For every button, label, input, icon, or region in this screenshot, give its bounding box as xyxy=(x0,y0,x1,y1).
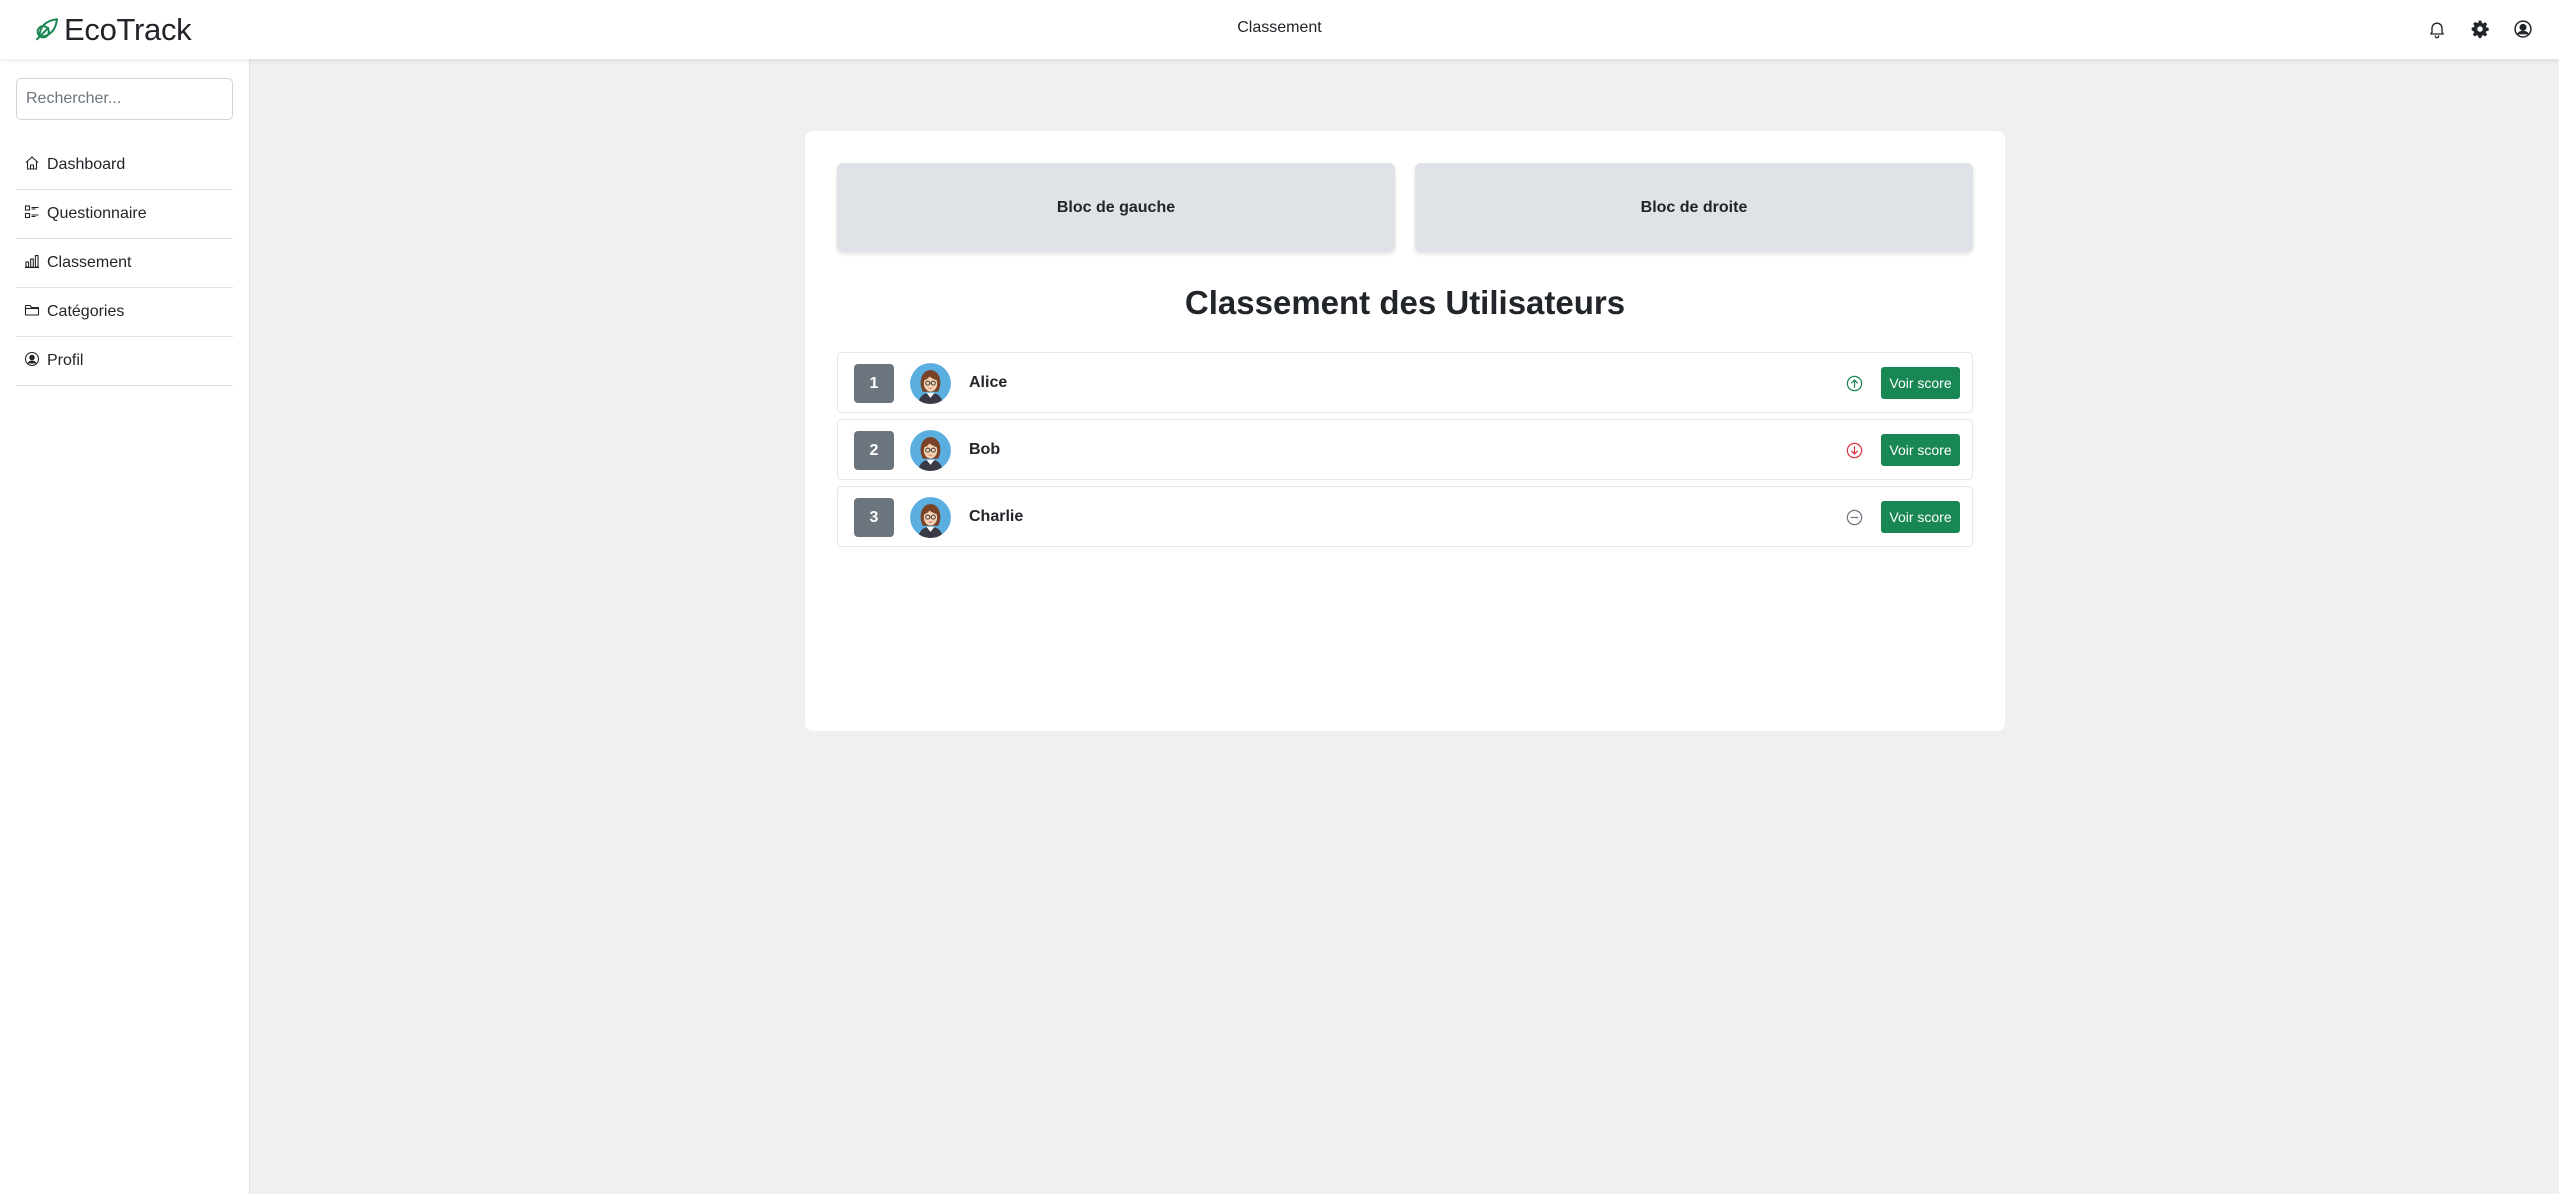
trend-down-icon xyxy=(1845,441,1864,460)
bell-icon[interactable] xyxy=(2425,17,2449,41)
page-title: Classement xyxy=(1237,19,1322,36)
rank-badge: 1 xyxy=(854,364,894,403)
ranking-row: 3 Charlie Voir score xyxy=(837,486,1973,547)
person-circle-icon xyxy=(24,351,47,372)
trend-up-icon xyxy=(1845,374,1864,393)
top-navbar: EcoTrack Classement xyxy=(0,0,2559,59)
house-icon xyxy=(24,155,47,176)
ranking-row: 2 Bob Voir score xyxy=(837,419,1973,480)
ranking-list: 1 Alice Voir score 2 Bob Voir score 3 Ch… xyxy=(837,352,1973,553)
sidebar-item-classement[interactable]: Classement xyxy=(16,239,233,288)
avatar xyxy=(910,430,951,471)
view-score-button[interactable]: Voir score xyxy=(1881,367,1960,399)
ranking-card: Bloc de gauche Bloc de droite Classement… xyxy=(805,131,2005,731)
sidebar-item-label: Catégories xyxy=(47,303,125,320)
sidebar-nav: Dashboard Questionnaire Classement Catég… xyxy=(16,141,233,386)
ranking-row: 1 Alice Voir score xyxy=(837,352,1973,413)
right-block: Bloc de droite xyxy=(1415,163,1973,252)
sidebar-item-label: Questionnaire xyxy=(47,205,147,222)
bar-chart-icon xyxy=(24,253,47,274)
user-circle-icon[interactable] xyxy=(2511,17,2535,41)
sidebar-item-label: Classement xyxy=(47,254,132,271)
view-score-button[interactable]: Voir score xyxy=(1881,501,1960,533)
user-name: Alice xyxy=(969,374,1008,391)
sidebar-item-questionnaire[interactable]: Questionnaire xyxy=(16,190,233,239)
left-block: Bloc de gauche xyxy=(837,163,1395,252)
folder-icon xyxy=(24,302,47,323)
rank-badge: 3 xyxy=(854,498,894,537)
avatar xyxy=(910,497,951,538)
sidebar-item-dashboard[interactable]: Dashboard xyxy=(16,141,233,190)
sidebar-item-categories[interactable]: Catégories xyxy=(16,288,233,337)
sidebar: Dashboard Questionnaire Classement xyxy=(0,59,250,1194)
sidebar-item-label: Profil xyxy=(47,352,84,369)
avatar xyxy=(910,363,951,404)
search-input[interactable] xyxy=(16,78,233,120)
rank-badge: 2 xyxy=(854,431,894,470)
ranking-heading: Classement des Utilisateurs xyxy=(1184,284,1626,321)
view-score-button[interactable]: Voir score xyxy=(1881,434,1960,466)
trend-neutral-icon xyxy=(1845,508,1864,527)
sidebar-item-profil[interactable]: Profil xyxy=(16,337,233,386)
user-name: Charlie xyxy=(969,508,1024,525)
user-name: Bob xyxy=(969,441,1001,458)
sidebar-item-label: Dashboard xyxy=(47,156,126,173)
gear-icon[interactable] xyxy=(2468,17,2492,41)
list-check-icon xyxy=(24,204,47,225)
